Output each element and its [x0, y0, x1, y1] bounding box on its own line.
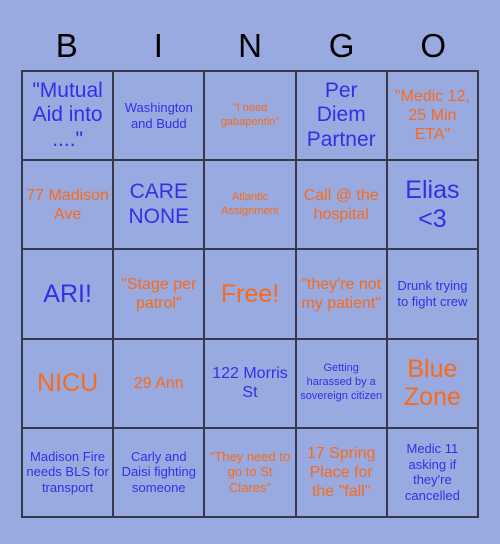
bingo-grid: "Mutual Aid into ...." Washington and Bud… — [21, 70, 479, 518]
bingo-cell-label: Elias <3 — [405, 176, 460, 233]
bingo-cell-label: Free! — [220, 279, 280, 308]
bingo-cell[interactable]: Call @ the hospital — [296, 161, 388, 251]
bingo-cell[interactable]: Madison Fire needs BLS for transport — [23, 428, 115, 518]
bingo-cell[interactable]: ARI! — [23, 250, 115, 340]
bingo-cell-label: Medic 11 asking if they're cancelled — [404, 440, 460, 504]
bingo-cell-free-space[interactable]: Free! — [205, 250, 297, 340]
bingo-cell[interactable]: Blue Zone — [387, 339, 479, 429]
bingo-cell-label: Getting harassed by a sovereign citizen — [300, 362, 383, 403]
bingo-cell-label: NICU — [37, 368, 99, 397]
bingo-cell[interactable]: "Medic 12, 25 Min ETA" — [387, 72, 479, 162]
bingo-cell-label: Drunk trying to fight crew — [397, 278, 468, 309]
bingo-cell[interactable]: 17 Spring Place for the "fall" — [296, 428, 388, 518]
bingo-cell-label: 122 Morris St — [212, 365, 288, 402]
bingo-cell-label: "They need to go to St Clares" — [209, 448, 291, 496]
bingo-cell[interactable]: Carly and Daisi fighting someone — [114, 428, 206, 518]
bingo-cell[interactable]: 122 Morris St — [205, 339, 297, 429]
bingo-cell-label: "Mutual Aid into ...." — [32, 79, 103, 151]
bingo-cell-label: Atlantic Assignment — [221, 190, 279, 217]
bingo-cell[interactable]: Per Diem Partner — [296, 72, 388, 162]
bingo-header: B I N G O — [21, 22, 479, 70]
bingo-cell[interactable]: "I need gabapentin" — [205, 72, 297, 162]
bingo-cell-label: Madison Fire needs BLS for transport — [26, 448, 109, 496]
bingo-cell[interactable]: Medic 11 asking if they're cancelled — [387, 428, 479, 518]
bingo-cell-label: ARI! — [43, 279, 92, 308]
bingo-card: B I N G O "Mutual Aid into ...." Washingt… — [0, 0, 500, 544]
header-letter-g: G — [328, 27, 355, 64]
bingo-cell-label: Call @ the hospital — [303, 186, 379, 223]
header-letter-o: O — [420, 27, 446, 64]
bingo-cell-label: 77 Madison Ave — [26, 186, 109, 223]
bingo-cell[interactable]: "Stage per patrol" — [114, 250, 206, 340]
bingo-cell-label: "I need gabapentin" — [220, 101, 280, 128]
bingo-cell[interactable]: "they're not my patient" — [296, 250, 388, 340]
bingo-cell-label: "they're not my patient" — [301, 275, 382, 312]
bingo-cell-label: 29 Ann — [133, 374, 184, 392]
bingo-cell-label: Washington and Budd — [124, 99, 193, 131]
header-letter-i: I — [153, 27, 163, 64]
bingo-cell[interactable]: 29 Ann — [114, 339, 206, 429]
bingo-cell[interactable]: "Mutual Aid into ...." — [23, 72, 115, 162]
bingo-cell[interactable]: Getting harassed by a sovereign citizen — [296, 339, 388, 429]
bingo-cell-label: 17 Spring Place for the "fall" — [306, 444, 376, 500]
bingo-cell[interactable]: NICU — [23, 339, 115, 429]
bingo-cell-label: "Stage per patrol" — [121, 275, 197, 312]
header-letter-b: B — [55, 27, 78, 64]
bingo-cell[interactable]: Elias <3 — [387, 161, 479, 251]
bingo-cell-label: "Medic 12, 25 Min ETA" — [394, 87, 470, 144]
bingo-cell-label: Carly and Daisi fighting someone — [121, 448, 196, 496]
bingo-cell[interactable]: Atlantic Assignment — [205, 161, 297, 251]
bingo-cell[interactable]: Washington and Budd — [114, 72, 206, 162]
header-letter-n: N — [238, 27, 262, 64]
bingo-cell[interactable]: CARE NONE — [114, 161, 206, 251]
bingo-cell-label: Per Diem Partner — [306, 79, 376, 151]
bingo-cell[interactable]: Drunk trying to fight crew — [387, 250, 479, 340]
bingo-cell[interactable]: "They need to go to St Clares" — [205, 428, 297, 518]
bingo-cell-label: CARE NONE — [128, 180, 190, 228]
bingo-cell[interactable]: 77 Madison Ave — [23, 161, 115, 251]
bingo-cell-label: Blue Zone — [403, 354, 461, 412]
